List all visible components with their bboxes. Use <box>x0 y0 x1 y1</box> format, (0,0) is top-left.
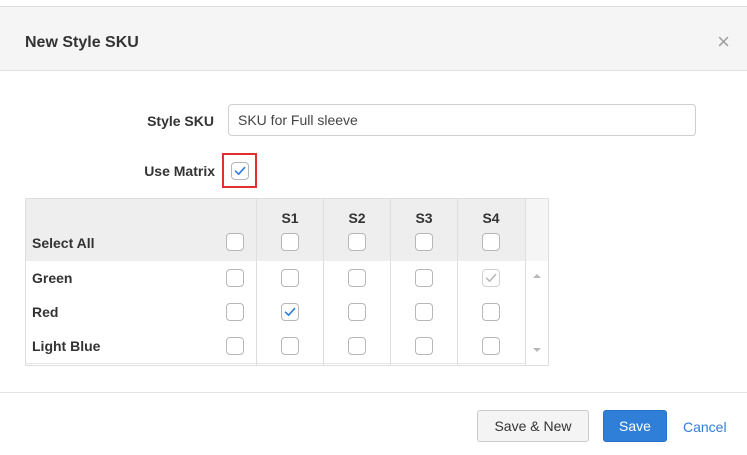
dialog-title: New Style SKU <box>25 34 139 51</box>
table-row: Green <box>26 261 526 296</box>
matrix-cell-checkbox[interactable] <box>415 337 433 355</box>
column-select-checkbox-s3[interactable] <box>415 233 433 251</box>
row-label: Green <box>32 270 73 286</box>
matrix-cell-checkbox[interactable] <box>348 269 366 287</box>
column-header-s3: S3 <box>415 210 433 226</box>
scroll-up-icon[interactable] <box>533 274 541 278</box>
matrix-cell-checkbox[interactable] <box>482 303 500 321</box>
matrix-grid: Select All S1 S2 S3 S4 Green Red Light Blue <box>25 198 549 366</box>
row-select-checkbox[interactable] <box>226 269 244 287</box>
matrix-cell-checkbox[interactable] <box>482 337 500 355</box>
column-header-s2: S2 <box>348 210 366 226</box>
column-select-checkbox-s2[interactable] <box>348 233 366 251</box>
column-divider <box>390 199 391 365</box>
column-header-s1: S1 <box>281 210 299 226</box>
row-label: Light Blue <box>32 338 101 354</box>
table-row: Light Blue <box>26 329 526 364</box>
matrix-cell-checkbox[interactable] <box>415 303 433 321</box>
matrix-cell-checkbox[interactable] <box>281 337 299 355</box>
matrix-scrollbar[interactable] <box>525 261 548 365</box>
scroll-down-icon[interactable] <box>533 348 541 352</box>
row-label: Red <box>32 304 59 320</box>
scrollbar-header-filler <box>525 199 548 262</box>
close-icon[interactable]: × <box>717 31 730 53</box>
use-matrix-checkbox[interactable] <box>231 162 249 180</box>
column-header-s4: S4 <box>482 210 500 226</box>
matrix-cell-checkbox[interactable] <box>415 269 433 287</box>
column-divider <box>457 199 458 365</box>
cancel-link[interactable]: Cancel <box>683 419 727 435</box>
column-select-checkbox-s4[interactable] <box>482 233 500 251</box>
style-sku-input[interactable] <box>228 104 696 136</box>
select-all-label: Select All <box>32 235 95 251</box>
row-select-checkbox[interactable] <box>226 303 244 321</box>
style-sku-label: Style SKU <box>147 113 214 129</box>
matrix-cell-checkbox[interactable] <box>482 269 500 287</box>
dialog-header: New Style SKU × <box>0 7 747 71</box>
matrix-cell-checkbox[interactable] <box>348 303 366 321</box>
column-divider <box>256 199 257 365</box>
save-button[interactable]: Save <box>603 410 667 442</box>
save-and-new-button[interactable]: Save & New <box>477 410 589 442</box>
matrix-cell-checkbox[interactable] <box>348 337 366 355</box>
column-divider <box>525 199 526 365</box>
footer-divider <box>0 392 747 393</box>
matrix-cell-checkbox[interactable] <box>281 269 299 287</box>
column-select-checkbox-s1[interactable] <box>281 233 299 251</box>
select-all-checkbox[interactable] <box>226 233 244 251</box>
table-row: Red <box>26 295 526 330</box>
column-divider <box>323 199 324 365</box>
use-matrix-highlight <box>222 153 257 188</box>
dialog-top-edge <box>0 0 747 7</box>
matrix-cell-checkbox[interactable] <box>281 303 299 321</box>
row-select-checkbox[interactable] <box>226 337 244 355</box>
matrix-header-row: Select All S1 S2 S3 S4 <box>26 199 526 262</box>
use-matrix-label: Use Matrix <box>144 163 215 179</box>
